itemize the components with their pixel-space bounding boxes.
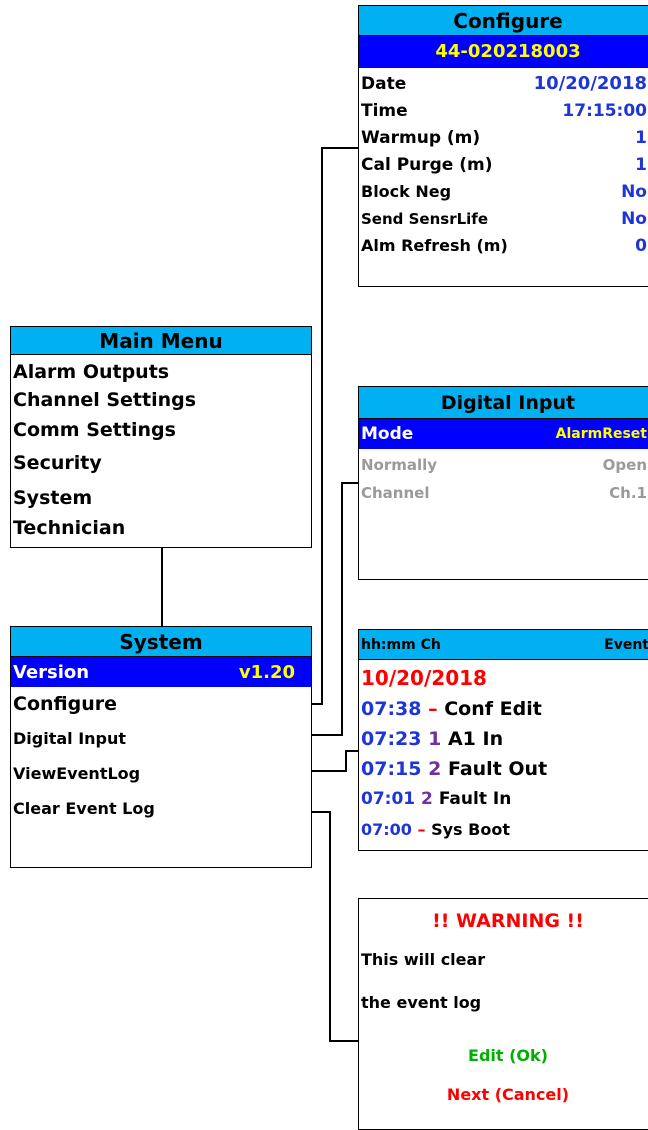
block-neg-label: Block Neg: [361, 182, 452, 201]
connector-configure-bottom: [311, 703, 323, 705]
digital-input-panel: Digital Input Mode AlarmReset Normally O…: [358, 386, 648, 580]
connector-eventlog-top: [345, 750, 358, 752]
digital-input-channel[interactable]: Channel Ch.1: [361, 479, 647, 507]
time-value: 17:15:00: [562, 100, 647, 121]
event-time: 07:00: [361, 819, 412, 839]
menu-item-system[interactable]: System: [13, 481, 311, 515]
configure-row-send-sensrlife[interactable]: Send SensrLife No: [361, 205, 647, 232]
connector-main-to-system: [161, 548, 163, 626]
event-row: 07:15 2 Fault Out: [361, 754, 648, 784]
event-time: 07:38: [361, 698, 422, 720]
warning-line-1: This will clear: [361, 950, 486, 969]
digital-input-mode[interactable]: Mode AlarmReset: [359, 419, 648, 449]
menu-item-comm-settings[interactable]: Comm Settings: [13, 414, 311, 445]
time-label: Time: [361, 100, 408, 121]
normally-label: Normally: [361, 456, 438, 474]
connector-warning-bottom: [329, 1040, 358, 1042]
menu-item-channel-settings[interactable]: Channel Settings: [13, 386, 311, 414]
event-text: A1 In: [447, 728, 504, 750]
connector-configure-top: [321, 147, 358, 149]
configure-panel: Configure 44-020218003 Date 10/20/2018 T…: [358, 5, 648, 287]
event-log-panel: hh:mm Ch Event 10/20/2018 07:38 – Conf E…: [358, 629, 648, 851]
connector-configure-v: [321, 147, 323, 705]
menu-item-technician[interactable]: Technician: [13, 515, 311, 541]
menu-item-view-event-log[interactable]: ViewEventLog: [13, 755, 311, 791]
event-log-header-left: hh:mm Ch: [361, 636, 441, 653]
mode-label: Mode: [361, 424, 414, 444]
system-menu-title: System: [11, 627, 311, 657]
event-row: 07:00 – Sys Boot: [361, 814, 648, 844]
configure-title: Configure: [359, 6, 648, 36]
date-label: Date: [361, 73, 407, 94]
menu-item-security[interactable]: Security: [13, 445, 311, 481]
connector-digital-top: [341, 482, 358, 484]
event-log-date: 10/20/2018: [361, 666, 487, 690]
event-row: 07:23 1 A1 In: [361, 724, 648, 754]
menu-item-version[interactable]: Version v1.20: [11, 657, 311, 687]
next-cancel-button[interactable]: Next (Cancel): [359, 1079, 648, 1115]
alm-refresh-value: 0: [635, 235, 647, 256]
alm-refresh-label: Alm Refresh (m): [361, 236, 508, 255]
digital-input-title: Digital Input: [359, 387, 648, 419]
configure-row-time[interactable]: Time 17:15:00: [361, 97, 647, 124]
event-log-header-right: Event: [604, 636, 648, 653]
warning-panel: !! WARNING !! This will clear the event …: [358, 898, 648, 1130]
connector-warning-v: [329, 811, 331, 1042]
event-text: Conf Edit: [444, 698, 542, 720]
event-time: 07:01: [361, 789, 416, 809]
event-channel: –: [428, 698, 438, 720]
cal-purge-value: 1: [635, 154, 647, 175]
event-row: 07:38 – Conf Edit: [361, 694, 648, 724]
cal-purge-label: Cal Purge (m): [361, 154, 493, 175]
event-time: 07:23: [361, 728, 422, 750]
warmup-label: Warmup (m): [361, 127, 481, 148]
configure-row-date[interactable]: Date 10/20/2018: [361, 70, 647, 97]
event-text: Sys Boot: [431, 819, 510, 839]
mode-value: AlarmReset: [555, 426, 647, 442]
configure-row-alm-refresh[interactable]: Alm Refresh (m) 0: [361, 232, 647, 259]
version-label: Version: [13, 661, 90, 683]
configure-row-warmup[interactable]: Warmup (m) 1: [361, 124, 647, 151]
event-channel: 1: [428, 728, 442, 750]
channel-label: Channel: [361, 484, 430, 502]
event-log-header: hh:mm Ch Event: [359, 630, 648, 660]
warmup-value: 1: [635, 127, 647, 148]
normally-value: Open: [602, 456, 647, 474]
event-text: Fault In: [438, 789, 512, 809]
configure-row-block-neg[interactable]: Block Neg No: [361, 178, 647, 205]
channel-value: Ch.1: [609, 484, 647, 502]
event-channel: 2: [428, 758, 442, 780]
system-menu-panel: System Version v1.20 Configure Digital I…: [10, 626, 312, 868]
configure-serial: 44-020218003: [359, 36, 648, 68]
event-time: 07:15: [361, 758, 422, 780]
main-menu-title: Main Menu: [11, 327, 311, 355]
connector-eventlog-v: [345, 750, 347, 772]
menu-item-alarm-outputs[interactable]: Alarm Outputs: [13, 358, 311, 386]
event-text: Fault Out: [447, 758, 548, 780]
event-channel: –: [417, 819, 426, 839]
configure-row-cal-purge[interactable]: Cal Purge (m) 1: [361, 151, 647, 178]
connector-warning-top: [311, 811, 331, 813]
main-menu-panel: Main Menu Alarm Outputs Channel Settings…: [10, 326, 312, 548]
date-value: 10/20/2018: [533, 73, 647, 94]
block-neg-value: No: [621, 181, 647, 202]
menu-item-configure[interactable]: Configure: [13, 687, 311, 721]
warning-line-2: the event log: [361, 993, 482, 1012]
event-row: 07:01 2 Fault In: [361, 784, 648, 814]
connector-digital-bottom: [311, 734, 343, 736]
menu-item-clear-event-log[interactable]: Clear Event Log: [13, 791, 311, 825]
send-sensrlife-label: Send SensrLife: [361, 209, 488, 228]
version-value: v1.20: [238, 661, 295, 683]
event-channel: 2: [421, 789, 433, 809]
menu-item-digital-input[interactable]: Digital Input: [13, 721, 311, 755]
digital-input-normally[interactable]: Normally Open: [361, 451, 647, 479]
warning-title: !! WARNING !!: [432, 910, 584, 932]
connector-eventlog-bottom: [311, 770, 347, 772]
edit-ok-button[interactable]: Edit (Ok): [359, 1029, 648, 1079]
send-sensrlife-value: No: [621, 208, 647, 229]
connector-digital-v: [341, 482, 343, 736]
